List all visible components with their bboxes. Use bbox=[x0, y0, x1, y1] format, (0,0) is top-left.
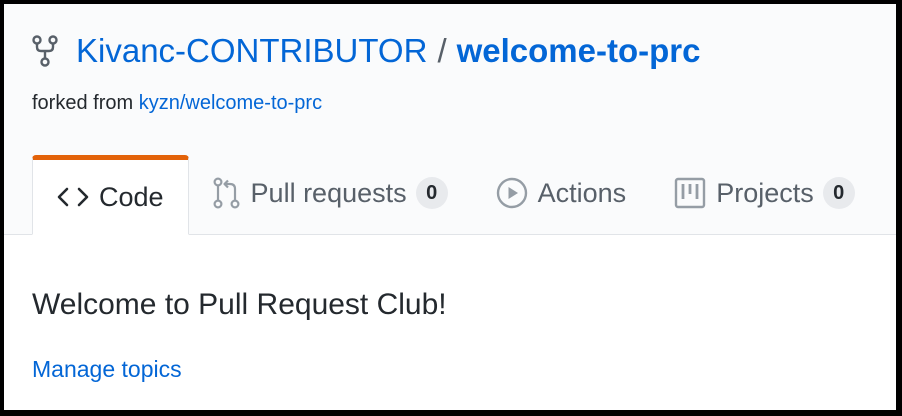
forked-from-label: forked from bbox=[32, 92, 139, 114]
repo-title: Kivanc-CONTRIBUTOR / welcome-to-prc bbox=[32, 30, 700, 72]
tab-pull-requests-label: Pull requests bbox=[250, 177, 407, 208]
tab-code[interactable]: Code bbox=[32, 155, 189, 235]
pull-requests-count: 0 bbox=[415, 177, 448, 209]
repo-forked-icon bbox=[32, 35, 58, 67]
fork-source-link[interactable]: kyzn/welcome-to-prc bbox=[139, 92, 322, 114]
manage-topics-link[interactable]: Manage topics bbox=[32, 356, 182, 383]
projects-count: 0 bbox=[822, 177, 855, 209]
repo-nav-tabs: Code Pull requests 0 Actions Projects 0 bbox=[32, 155, 879, 235]
tab-projects[interactable]: Projects 0 bbox=[650, 155, 879, 231]
pull-request-icon bbox=[213, 177, 240, 209]
repo-owner-link[interactable]: Kivanc-CONTRIBUTOR bbox=[76, 32, 427, 70]
repo-description: Welcome to Pull Request Club! bbox=[32, 288, 447, 321]
tab-projects-label: Projects bbox=[716, 177, 814, 208]
tab-actions-label: Actions bbox=[537, 177, 627, 208]
code-icon bbox=[57, 187, 89, 207]
play-icon bbox=[496, 177, 527, 209]
project-icon bbox=[674, 177, 706, 209]
repo-header: Kivanc-CONTRIBUTOR / welcome-to-prc fork… bbox=[4, 4, 896, 235]
path-separator: / bbox=[437, 32, 447, 69]
tab-code-label: Code bbox=[99, 181, 164, 212]
forked-from-text: forked from kyzn/welcome-to-prc bbox=[32, 92, 322, 115]
repo-name-link[interactable]: welcome-to-prc bbox=[457, 32, 701, 70]
tab-pull-requests[interactable]: Pull requests 0 bbox=[189, 155, 472, 231]
tab-actions[interactable]: Actions bbox=[472, 155, 651, 231]
repo-page: Kivanc-CONTRIBUTOR / welcome-to-prc fork… bbox=[4, 4, 896, 410]
